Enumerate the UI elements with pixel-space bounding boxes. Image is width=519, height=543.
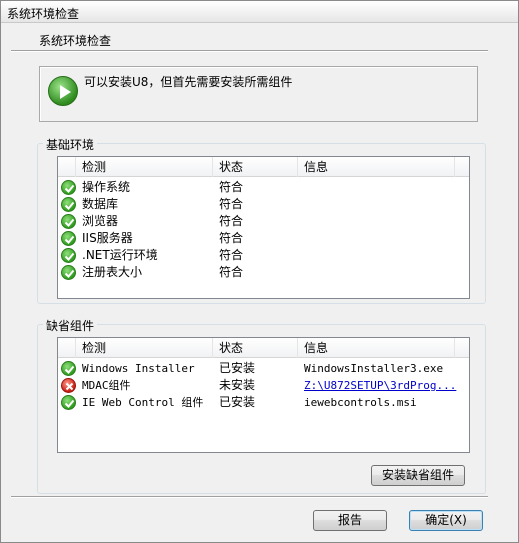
table-row[interactable]: MDAC组件 未安装 Z:\U872SETUP\3rdProg... — [58, 377, 469, 394]
footer-divider — [11, 496, 488, 498]
check-icon — [61, 361, 76, 376]
column-icon[interactable] — [58, 157, 76, 177]
column-icon[interactable] — [58, 338, 76, 358]
missing-components-group: 缺省组件 检测 状态 信息 Windows Installer 已安装 Wind… — [37, 317, 486, 494]
missing-components-list[interactable]: 检测 状态 信息 Windows Installer 已安装 WindowsIn… — [57, 337, 470, 453]
basic-env-group: 基础环境 检测 状态 信息 操作系统 符合 数据库 符合 浏览器 符合 IIS服… — [37, 136, 486, 304]
column-check[interactable]: 检测 — [76, 338, 213, 358]
row-name: MDAC组件 — [82, 379, 131, 392]
row-info: iewebcontrols.msi — [304, 396, 417, 409]
row-name: IIS服务器 — [82, 231, 133, 245]
missing-components-list-header: 检测 状态 信息 — [58, 338, 469, 358]
check-icon — [61, 214, 76, 229]
row-status: 符合 — [219, 231, 244, 245]
error-icon — [61, 378, 76, 393]
check-icon — [61, 395, 76, 410]
table-row[interactable]: 数据库 符合 — [58, 196, 469, 213]
title-bar[interactable]: 系统环境检查 — [1, 1, 518, 23]
table-row[interactable]: 注册表大小 符合 — [58, 264, 469, 281]
column-status[interactable]: 状态 — [213, 338, 298, 358]
row-status: 符合 — [219, 248, 244, 262]
ok-button[interactable]: 确定(X) — [409, 510, 483, 531]
page-title: 系统环境检查 — [39, 34, 112, 48]
table-row[interactable]: .NET运行环境 符合 — [58, 247, 469, 264]
row-status: 已安装 — [219, 395, 256, 409]
row-status: 符合 — [219, 214, 244, 228]
row-name: 数据库 — [82, 197, 119, 211]
report-button[interactable]: 报告 — [313, 510, 387, 531]
row-name: 注册表大小 — [82, 265, 143, 279]
play-arrow-icon — [48, 76, 78, 106]
basic-env-group-title: 基础环境 — [43, 136, 98, 153]
missing-components-group-title: 缺省组件 — [43, 317, 98, 334]
column-info[interactable]: 信息 — [298, 338, 455, 358]
header-divider — [11, 50, 488, 52]
check-icon — [61, 248, 76, 263]
table-row[interactable]: IE Web Control 组件 已安装 iewebcontrols.msi — [58, 394, 469, 411]
check-icon — [61, 197, 76, 212]
basic-env-list[interactable]: 检测 状态 信息 操作系统 符合 数据库 符合 浏览器 符合 IIS服务器 符合… — [57, 156, 470, 299]
table-row[interactable]: 浏览器 符合 — [58, 213, 469, 230]
row-name: 操作系统 — [82, 180, 131, 194]
dialog-window: 系统环境检查 系统环境检查 可以安装U8，但首先需要安装所需组件 基础环境 检测… — [0, 0, 519, 543]
install-missing-components-button[interactable]: 安装缺省组件 — [371, 465, 465, 486]
row-status: 已安装 — [219, 361, 256, 375]
table-row[interactable]: 操作系统 符合 — [58, 179, 469, 196]
row-status: 符合 — [219, 180, 244, 194]
status-message: 可以安装U8，但首先需要安装所需组件 — [84, 75, 293, 89]
basic-env-list-header: 检测 状态 信息 — [58, 157, 469, 177]
check-icon — [61, 231, 76, 246]
check-icon — [61, 265, 76, 280]
row-info: WindowsInstaller3.exe — [304, 362, 444, 375]
row-status: 符合 — [219, 265, 244, 279]
row-name: Windows Installer — [82, 362, 195, 375]
window-title: 系统环境检查 — [7, 7, 80, 21]
row-status: 未安装 — [219, 378, 256, 392]
row-name: .NET运行环境 — [82, 248, 158, 262]
row-info-link[interactable]: Z:\U872SETUP\3rdProg... — [304, 377, 456, 394]
row-status: 符合 — [219, 197, 244, 211]
column-check[interactable]: 检测 — [76, 157, 213, 177]
table-row[interactable]: IIS服务器 符合 — [58, 230, 469, 247]
message-panel: 可以安装U8，但首先需要安装所需组件 — [39, 66, 478, 122]
column-status[interactable]: 状态 — [213, 157, 298, 177]
check-icon — [61, 180, 76, 195]
column-info[interactable]: 信息 — [298, 157, 455, 177]
row-name: 浏览器 — [82, 214, 119, 228]
table-row[interactable]: Windows Installer 已安装 WindowsInstaller3.… — [58, 360, 469, 377]
row-name: IE Web Control 组件 — [82, 396, 204, 409]
